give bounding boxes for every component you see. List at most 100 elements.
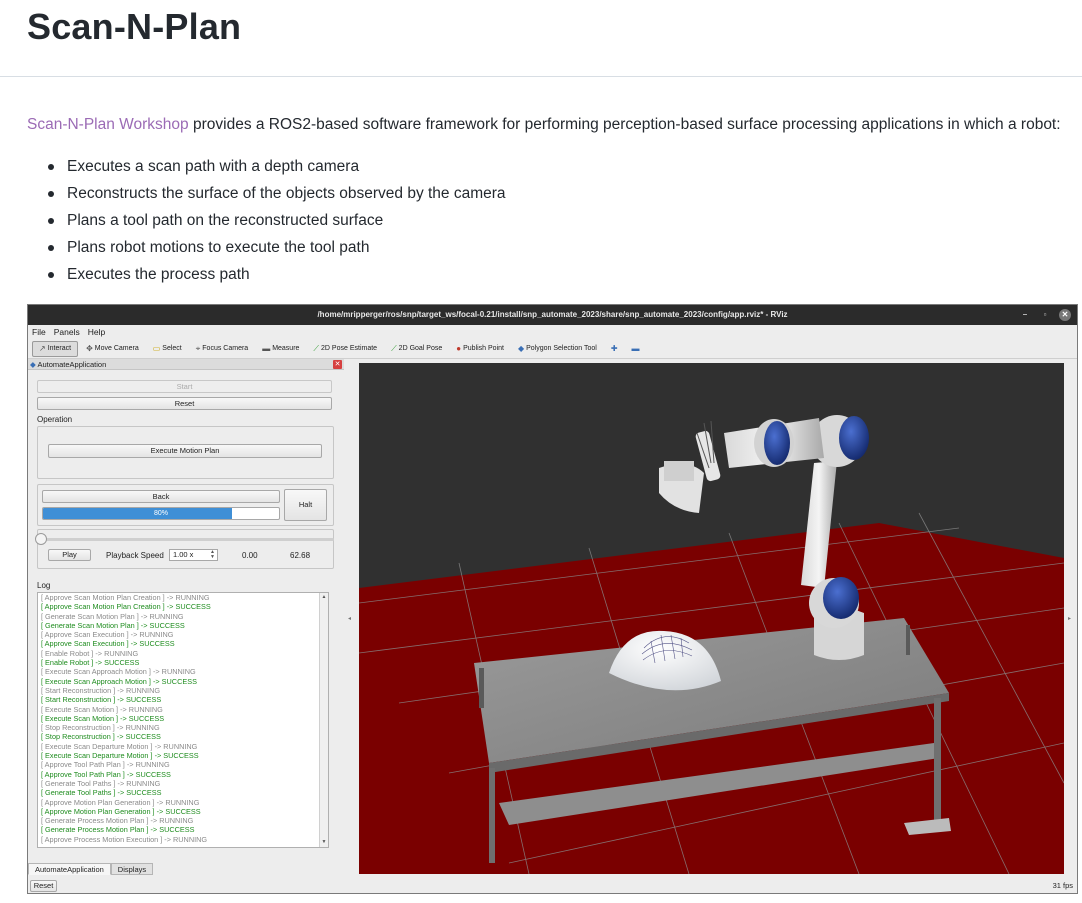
log-entry: [ Approve Scan Motion Plan Creation ] ->… xyxy=(41,602,211,612)
focus-camera-icon: ⌖ xyxy=(195,343,201,353)
polygon-selection-icon: ◆ xyxy=(517,344,525,353)
interact-icon: ↗ xyxy=(39,344,46,353)
log-entry: [ Stop Reconstruction ] -> RUNNING xyxy=(41,723,160,733)
reset-button[interactable]: Reset xyxy=(37,397,332,410)
log-entry: [ Approve Scan Execution ] -> SUCCESS xyxy=(41,639,175,649)
pose-estimate-icon: ⟋ xyxy=(313,343,320,353)
log-lines: [ Approve Scan Motion Plan Creation ] ->… xyxy=(38,593,328,844)
minus-icon: ▬ xyxy=(631,344,640,353)
maximize-icon[interactable]: ▫ xyxy=(1039,309,1051,321)
window-title: /home/mripperger/ros/snp/target_ws/focal… xyxy=(317,310,788,319)
table-leg xyxy=(479,668,484,708)
tool-polygon-selection[interactable]: ◆ Polygon Selection Tool xyxy=(512,341,603,357)
add-tool-button[interactable]: ✚ xyxy=(605,341,624,357)
feature-item: Plans robot motions to execute the tool … xyxy=(48,238,506,265)
log-scrollbar[interactable]: ▲ ▼ xyxy=(319,593,328,847)
log-entry: [ Enable Robot ] -> RUNNING xyxy=(41,648,139,658)
left-splitter-grip-icon[interactable]: ◂ xyxy=(348,615,351,622)
tool-label: Publish Point xyxy=(463,345,504,352)
minimize-icon[interactable]: – xyxy=(1019,309,1031,321)
progress-text: 80% xyxy=(153,510,168,517)
scroll-down-icon[interactable]: ▼ xyxy=(320,838,328,847)
feature-item: Plans a tool path on the reconstructed s… xyxy=(48,211,506,238)
3d-viewport[interactable] xyxy=(359,363,1064,874)
back-button[interactable]: Back xyxy=(42,490,280,503)
select-icon: ▭ xyxy=(152,344,161,353)
close-icon[interactable]: ✕ xyxy=(1059,309,1071,321)
scroll-up-icon[interactable]: ▲ xyxy=(320,593,328,602)
log-entry: [ Approve Tool Path Plan ] -> RUNNING xyxy=(41,760,170,770)
right-splitter-grip-icon[interactable]: ▸ xyxy=(1068,615,1071,622)
tab-displays[interactable]: Displays xyxy=(110,863,154,875)
panel-diamond-icon: ◆ xyxy=(30,360,36,369)
log-entry: [ Execute Scan Departure Motion ] -> RUN… xyxy=(41,741,198,751)
log-entry: [ Execute Scan Approach Motion ] -> SUCC… xyxy=(41,676,197,686)
title-divider xyxy=(0,76,1082,77)
feature-list: Executes a scan path with a depth camera… xyxy=(48,157,506,292)
log-entry: [ Generate Tool Paths ] -> RUNNING xyxy=(41,778,161,788)
measure-icon: ▬ xyxy=(262,344,271,353)
menu-file[interactable]: File xyxy=(32,327,46,337)
log-entry: [ Approve Process Motion Execution ] -> … xyxy=(41,834,208,844)
execute-motion-plan-button[interactable]: Execute Motion Plan xyxy=(48,444,322,458)
tab-automate-application[interactable]: AutomateApplication xyxy=(28,863,111,875)
page-title: Scan-N-Plan xyxy=(27,6,242,47)
table-leg xyxy=(934,698,941,828)
log-entry: [ Generate Process Motion Plan ] -> SUCC… xyxy=(41,825,195,835)
tool-publish-point[interactable]: ● Publish Point xyxy=(450,341,510,357)
play-button[interactable]: Play xyxy=(48,549,91,561)
menu-help[interactable]: Help xyxy=(88,327,105,337)
intro-paragraph: Scan-N-Plan Workshop provides a ROS2-bas… xyxy=(27,116,1061,134)
menubar: File Panels Help xyxy=(28,325,1077,339)
tool-interact[interactable]: ↗ Interact xyxy=(32,340,79,357)
log-view[interactable]: [ Approve Scan Motion Plan Creation ] ->… xyxy=(37,592,329,848)
log-entry: [ Execute Scan Departure Motion ] -> SUC… xyxy=(41,751,199,761)
panel-close-icon[interactable]: ✕ xyxy=(333,360,342,369)
operation-label: Operation xyxy=(37,415,73,424)
tool-label: Focus Camera xyxy=(202,345,249,352)
feature-item: Executes a scan path with a depth camera xyxy=(48,157,506,184)
tool-measure[interactable]: ▬ Measure xyxy=(256,341,305,357)
tool-label: Move Camera xyxy=(94,345,139,352)
playback-slider-handle[interactable] xyxy=(35,533,47,545)
workshop-link[interactable]: Scan-N-Plan Workshop xyxy=(27,116,189,133)
log-entry: [ Approve Scan Motion Plan Creation ] ->… xyxy=(41,593,210,602)
panel-title: AutomateApplication xyxy=(37,360,107,369)
total-time: 62.68 xyxy=(290,551,311,560)
status-reset-button[interactable]: Reset xyxy=(30,880,57,892)
tool-label: Interact xyxy=(47,345,72,352)
tool-label: 2D Goal Pose xyxy=(398,345,443,352)
log-entry: [ Enable Robot ] -> SUCCESS xyxy=(41,658,140,668)
log-entry: [ Start Reconstruction ] -> SUCCESS xyxy=(41,695,162,705)
halt-button[interactable]: Halt xyxy=(284,489,327,521)
remove-tool-button[interactable]: ▬ xyxy=(626,341,646,357)
playback-slider-track[interactable] xyxy=(41,538,334,541)
tool-2d-pose-estimate[interactable]: ⟋ 2D Pose Estimate xyxy=(307,341,383,357)
camera-housing xyxy=(664,461,694,481)
tool-select[interactable]: ▭ Select xyxy=(147,341,188,357)
window-controls: – ▫ ✕ xyxy=(1019,309,1071,321)
start-button[interactable]: Start xyxy=(37,380,332,393)
progress-bar: 80% xyxy=(42,507,280,520)
tool-label: Measure xyxy=(272,345,300,352)
log-entry: [ Approve Motion Plan Generation ] -> RU… xyxy=(41,797,200,807)
robot-wrist-joint xyxy=(764,421,790,465)
menu-panels[interactable]: Panels xyxy=(54,327,80,337)
log-entry: [ Generate Process Motion Plan ] -> RUNN… xyxy=(41,816,194,826)
log-entry: [ Execute Scan Motion ] -> SUCCESS xyxy=(41,713,165,723)
status-bar: Reset 31 fps xyxy=(28,879,1077,893)
spin-arrows-icon[interactable]: ▲ ▼ xyxy=(210,550,215,560)
tool-2d-goal-pose[interactable]: ⟋ 2D Goal Pose xyxy=(385,341,448,357)
panel-header: ◆ AutomateApplication ✕ xyxy=(28,359,344,370)
playback-speed-spinbox[interactable]: 1.00 x ▲ ▼ xyxy=(169,549,218,561)
feature-item: Reconstructs the surface of the objects … xyxy=(48,184,506,211)
log-entry: [ Execute Scan Approach Motion ] -> RUNN… xyxy=(41,667,196,677)
3d-scene xyxy=(359,363,1064,874)
fps-counter: 31 fps xyxy=(1052,881,1073,890)
tool-focus-camera[interactable]: ⌖ Focus Camera xyxy=(190,341,254,357)
tool-bar: ↗ Interact ✥ Move Camera ▭ Select ⌖ Focus Ca… xyxy=(28,339,1077,359)
log-entry: [ Generate Tool Paths ] -> SUCCESS xyxy=(41,788,162,798)
robot-shoulder-joint xyxy=(823,577,859,619)
tool-label: Select xyxy=(162,345,182,352)
tool-move-camera[interactable]: ✥ Move Camera xyxy=(80,341,145,357)
